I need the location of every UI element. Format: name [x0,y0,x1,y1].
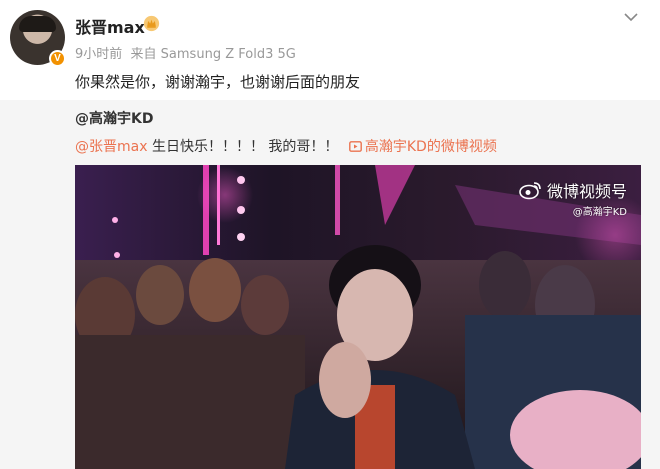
post-meta: 9小时前 来自 Samsung Z Fold3 5G [75,43,296,62]
watermark-handle: @高瀚宇KD [572,207,627,218]
original-text-body: 生日快乐！！！！ 我的哥！！ [147,139,339,155]
mention-link[interactable]: @张晋max [75,139,148,155]
username[interactable]: 张晋max [75,14,145,38]
post-source: 来自 Samsung Z Fold3 5G [130,47,296,62]
crown-icon [143,15,160,32]
video-camera-icon [348,141,362,152]
post-text: 你果然是你，谢谢瀚宇，也谢谢后面的朋友 [75,73,361,91]
chevron-down-icon[interactable] [624,12,638,22]
original-author[interactable]: @高瀚宇KD [75,108,153,128]
video-player[interactable]: 微博视频号 @高瀚宇KD [75,165,641,469]
original-text: @张晋max 生日快乐！！！！ 我的哥！！ 高瀚宇KD的微博视频 [75,136,497,156]
verified-badge-icon: V [49,50,66,67]
watermark-title: 微博视频号 [546,182,627,201]
video-link[interactable]: 高瀚宇KD的微博视频 [365,139,497,155]
weibo-logo-icon [519,182,541,200]
post-time[interactable]: 9小时前 [75,47,122,62]
video-watermark: 微博视频号 @高瀚宇KD [519,178,627,218]
